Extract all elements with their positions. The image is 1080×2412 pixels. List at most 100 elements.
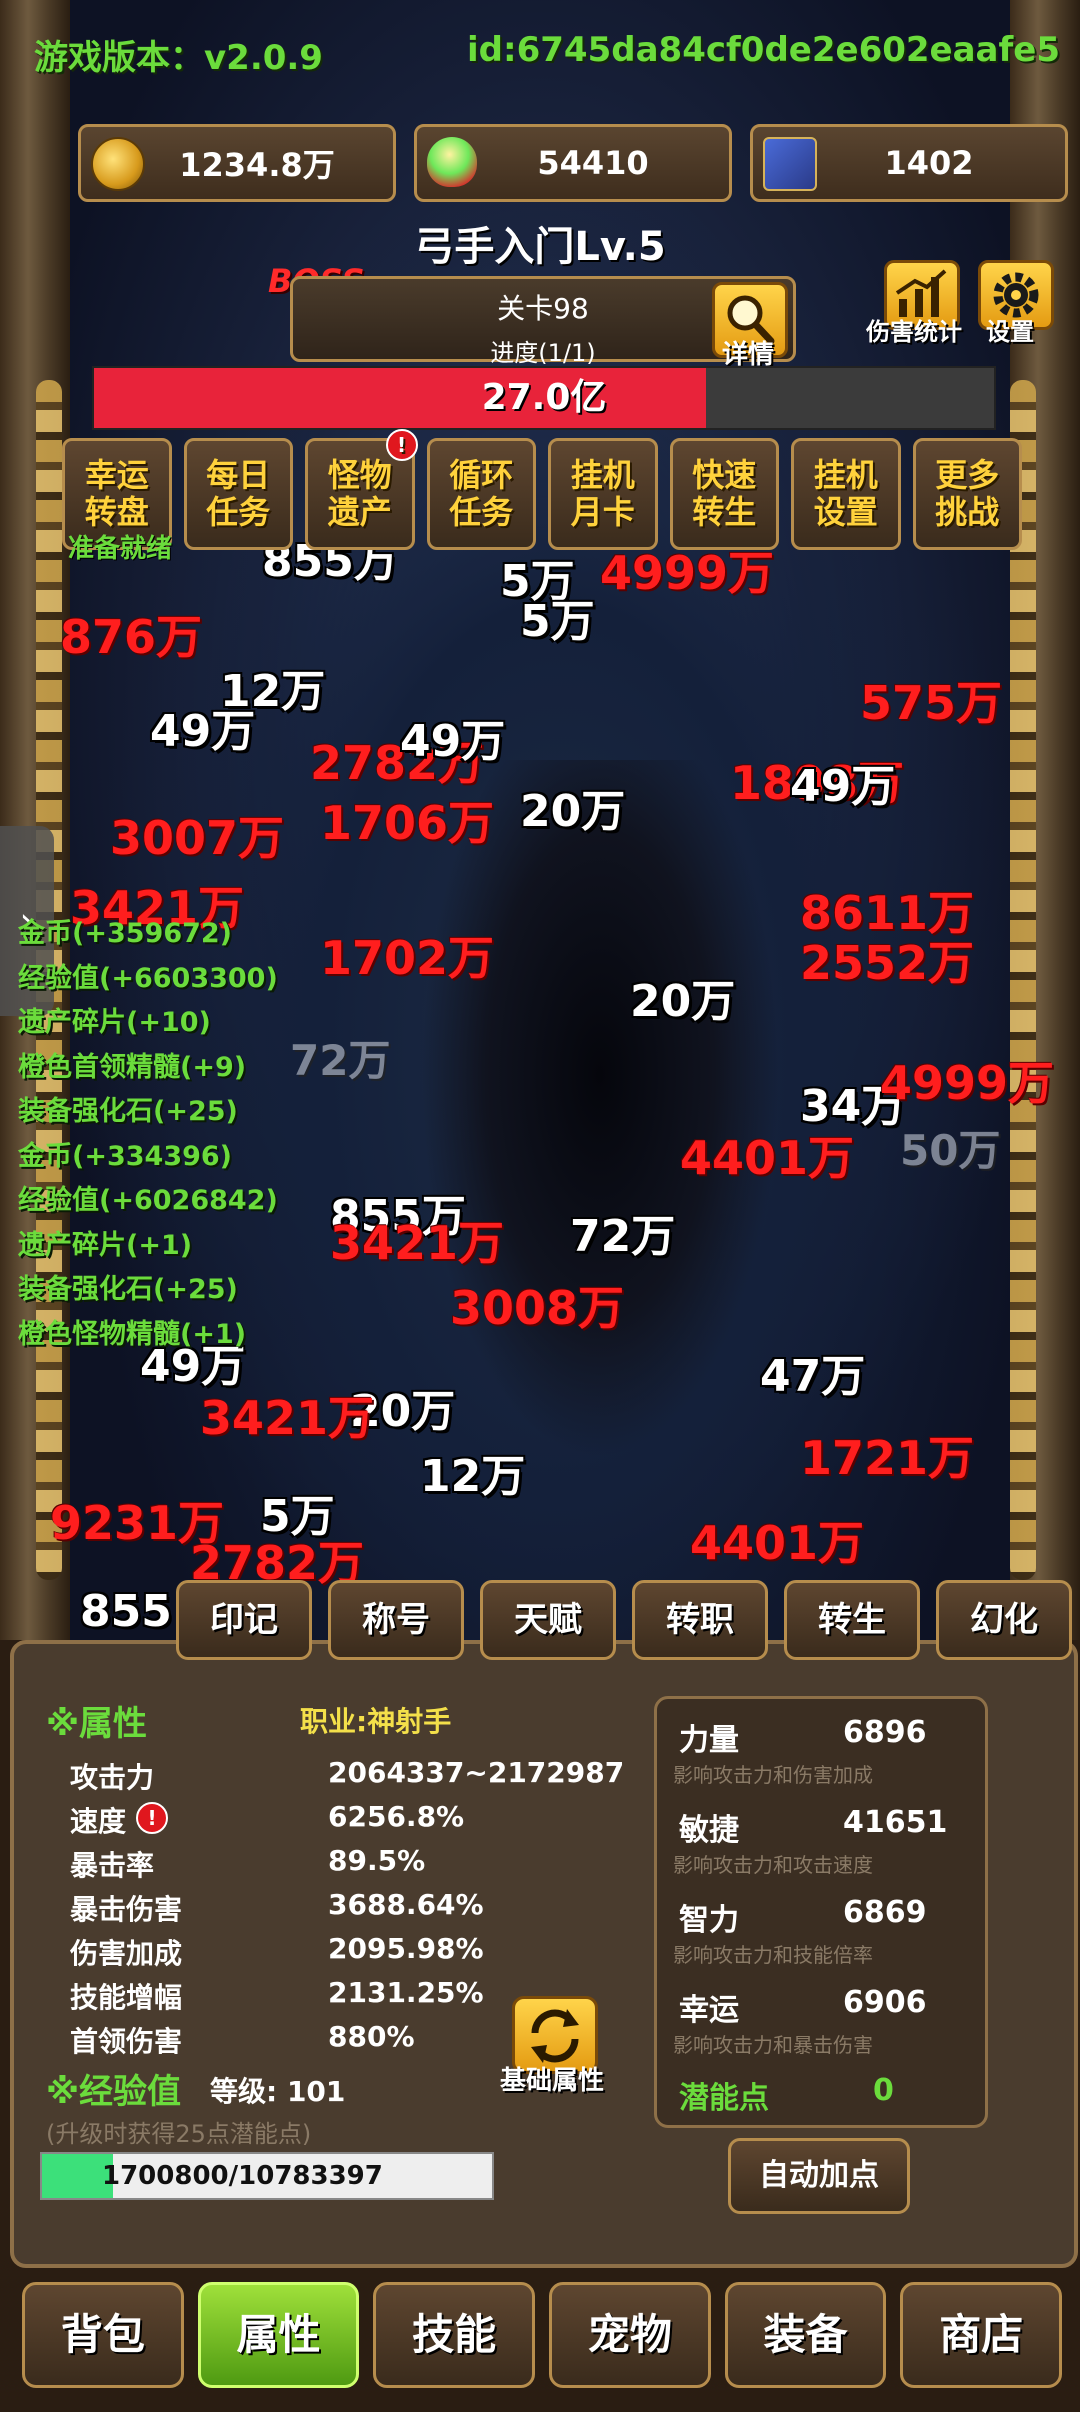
stat-name: 暴击率 <box>70 1849 155 1882</box>
base-attributes-box: 力量 6896 影响攻击力和伤害加成 敏捷 41651 影响攻击力和攻击速度 智力 6869 影… <box>654 1696 988 2128</box>
damage-number: 4999万 <box>880 1056 1055 1110</box>
damage-number: 3008万 <box>450 1281 625 1335</box>
gem-value: 54410 <box>537 144 649 182</box>
damage-number: 855 <box>80 1586 172 1637</box>
stat-value: 89.5% <box>328 1844 426 1877</box>
base-attr-name: 幸运 <box>679 1993 739 2028</box>
stat-name: 首领伤害 <box>70 2025 183 2058</box>
function-label: 挂机 月卡 <box>570 456 635 531</box>
damage-number: 20万 <box>630 976 736 1027</box>
nav-tab-4[interactable]: 装备 <box>724 2282 887 2388</box>
gem-resource[interactable]: 54410 <box>414 124 732 202</box>
reward-log-entry: 经验值(+6026842) <box>18 1185 278 1216</box>
job-label: 职业:神射手 <box>300 1705 452 1738</box>
alert-badge-icon: ! <box>385 429 418 461</box>
nav-tab-3[interactable]: 宠物 <box>549 2282 711 2388</box>
boss-monster <box>420 760 780 1460</box>
ready-status: 准备就绪 <box>68 534 173 564</box>
function-label: 快速 转生 <box>692 456 757 531</box>
reward-log-entry: 橙色首领精髓(+9) <box>18 1051 247 1083</box>
nav-tab-5[interactable]: 商店 <box>900 2282 1063 2388</box>
nav-tab-2[interactable]: 技能 <box>373 2282 536 2388</box>
panel-tabs: 印记 称号 天赋 转职 转生 幻化 <box>176 1580 1072 1660</box>
function-button-7[interactable]: 更多 挑战 <box>912 438 1022 550</box>
function-buttons: 幸运 转盘 每日 任务 怪物 遗产! 循环 任务 挂机 月卡 快速 转生 挂机 设置 更多 挑… <box>62 429 1022 550</box>
panel-tab-1[interactable]: 称号 <box>328 1580 464 1660</box>
damage-number: 12万 <box>420 1451 526 1502</box>
base-attr-value: 6869 <box>843 1895 927 1930</box>
damage-number: 72万 <box>570 1211 676 1262</box>
function-label: 更多 挑战 <box>935 456 1000 531</box>
damage-number: 49万 <box>400 716 506 767</box>
function-label: 怪物 遗产 <box>327 456 392 531</box>
panel-tab-0[interactable]: 印记 <box>176 1580 312 1660</box>
stat-name: 攻击力 <box>70 1761 155 1794</box>
base-attr-desc: 影响攻击力和暴击伤害 <box>673 2033 873 2057</box>
user-id-label: id:6745da84cf0de2e602eaafe5 <box>467 30 1060 70</box>
attributes-title: ※属性 <box>46 1704 148 1744</box>
function-button-3[interactable]: 循环 任务 <box>426 438 536 550</box>
base-attr-desc: 影响攻击力和技能倍率 <box>673 1943 873 1967</box>
experience-title: ※经验值 <box>46 2072 182 2112</box>
stat-value: 6256.8% <box>328 1800 465 1833</box>
auto-add-points-button[interactable]: 自动加点 <box>728 2138 910 2214</box>
nav-tab-0[interactable]: 背包 <box>22 2282 184 2388</box>
panel-tab-4[interactable]: 转生 <box>784 1580 920 1660</box>
stat-value: 2064337~2172987 <box>328 1756 625 1789</box>
base-attr-value: 6906 <box>843 1985 927 2020</box>
reward-log-entry: 装备强化石(+25) <box>18 1274 238 1305</box>
damage-number: 1706万 <box>320 796 495 850</box>
damage-number: 575万 <box>860 676 1003 730</box>
damage-number: 5万 <box>520 596 595 647</box>
reward-log-entry: 橙色怪物精髓(+1) <box>18 1318 247 1350</box>
reward-log-entry: 经验值(+6603300) <box>18 962 278 994</box>
function-button-1[interactable]: 每日 任务 <box>183 438 293 550</box>
damage-stats-label: 伤害统计 <box>866 318 962 346</box>
gold-resource[interactable]: 1234.8万 <box>78 124 396 202</box>
panel-tab-3[interactable]: 转职 <box>632 1580 768 1660</box>
function-label: 幸运 转盘 <box>84 456 149 531</box>
reward-log-entry: 遗产碎片(+1) <box>18 1229 193 1261</box>
damage-number: 5万 <box>260 1491 335 1542</box>
level-up-hint: (升级时获得25点潜能点) <box>46 2120 312 2148</box>
potential-label: 潜能点 <box>679 2081 769 2116</box>
base-attr-name: 敏捷 <box>679 1813 739 1848</box>
damage-number: 876万 <box>60 610 203 664</box>
nav-tab-1[interactable]: 属性 <box>197 2282 360 2388</box>
damage-number: 4401万 <box>680 1131 855 1185</box>
stat-value: 2095.98% <box>328 1932 484 1965</box>
base-attr-value: 41651 <box>843 1805 948 1840</box>
function-button-5[interactable]: 快速 转生 <box>669 438 779 550</box>
right-chain <box>1010 380 1036 1580</box>
panel-tab-5[interactable]: 幻化 <box>936 1580 1072 1660</box>
base-attr-desc: 影响攻击力和攻击速度 <box>673 1853 873 1877</box>
function-label: 挂机 设置 <box>813 456 878 531</box>
function-button-4[interactable]: 挂机 月卡 <box>548 438 658 550</box>
stat-value: 2131.25% <box>328 1976 484 2009</box>
damage-number: 1721万 <box>800 1431 975 1485</box>
damage-number: 4999万 <box>600 546 775 600</box>
experience-text: 1700800/10783397 <box>102 2161 383 2191</box>
function-button-6[interactable]: 挂机 设置 <box>791 438 901 550</box>
reward-log-entry: 金币(+334396) <box>18 1140 233 1172</box>
reward-log-entry: 遗产碎片(+10) <box>18 1007 211 1038</box>
card-resource[interactable]: 1402 <box>750 124 1068 202</box>
stat-name: 速度 <box>70 1805 127 1838</box>
damage-number: 47万 <box>760 1351 866 1402</box>
function-button-2[interactable]: 怪物 遗产! <box>305 429 418 550</box>
card-value: 1402 <box>884 144 974 182</box>
function-label: 循环 任务 <box>449 456 514 531</box>
damage-number: 3421万 <box>330 1216 505 1270</box>
panel-tab-2[interactable]: 天赋 <box>480 1580 616 1660</box>
base-attr-value: 6896 <box>843 1715 927 1750</box>
damage-number: 3421万 <box>200 1391 375 1445</box>
card-icon <box>763 137 817 191</box>
damage-number: 1702万 <box>320 931 495 985</box>
base-attr-name: 智力 <box>679 1903 739 1938</box>
damage-number: 4401万 <box>690 1516 865 1570</box>
stat-name: 伤害加成 <box>70 1937 183 1970</box>
potential-value: 0 <box>873 2073 894 2108</box>
base-attr-desc: 影响攻击力和伤害加成 <box>673 1763 873 1787</box>
coin-icon <box>91 137 145 191</box>
bottom-nav: 背包 属性 技能 宠物 装备 商店 <box>22 2282 1063 2388</box>
